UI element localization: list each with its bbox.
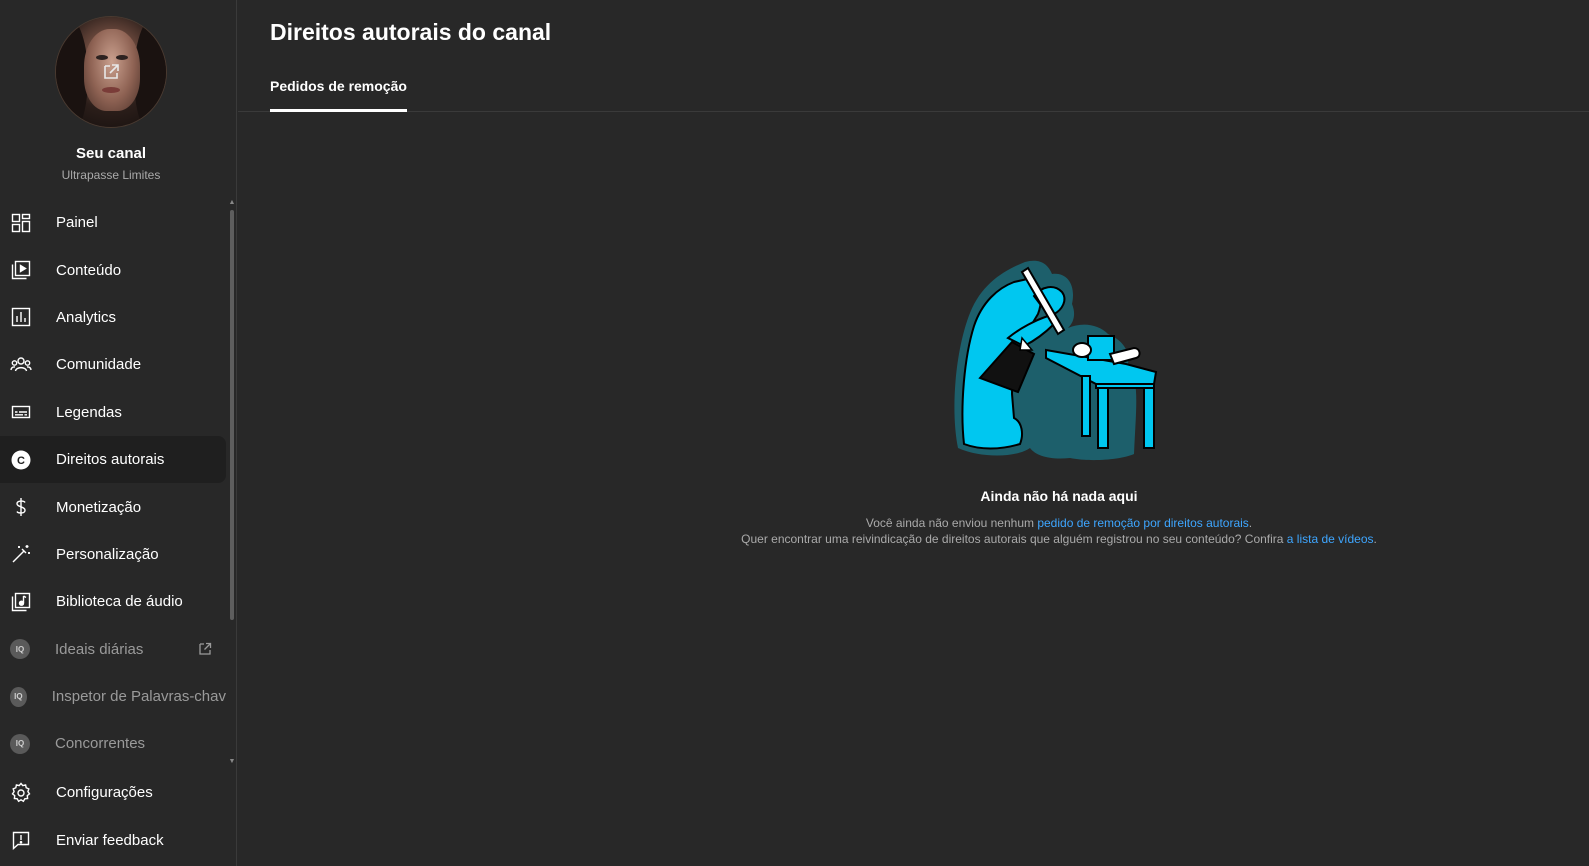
channel-name: Ultrapasse Limites <box>61 168 161 182</box>
sidebar-item-direitos-autorais[interactable]: C Direitos autorais <box>0 435 226 484</box>
analytics-icon <box>10 306 32 328</box>
svg-text:C: C <box>17 455 25 467</box>
sidebar-item-enviar-feedback[interactable]: Enviar feedback <box>0 816 226 863</box>
sidebar-item-painel[interactable]: Painel <box>0 199 226 246</box>
sidebar-item-concorrentes[interactable]: IQ Concorrentes <box>0 720 226 767</box>
sidebar-item-label: Inspetor de Palavras-chav <box>51 688 226 706</box>
sidebar-item-label: Biblioteca de áudio <box>56 593 183 611</box>
feedback-icon <box>10 829 32 851</box>
scroll-down-arrow-icon[interactable]: ▼ <box>228 758 236 765</box>
sidebar-scrollbar-thumb[interactable] <box>230 210 234 620</box>
sidebar-item-label: Enviar feedback <box>56 831 164 849</box>
gear-icon <box>10 782 32 804</box>
sidebar-item-label: Configurações <box>56 784 153 802</box>
extension-icon: IQ <box>10 639 30 660</box>
video-list-link[interactable]: a lista de vídeos <box>1287 532 1374 546</box>
sidebar-item-ideias-diarias[interactable]: IQ Ideais diárias <box>0 626 226 673</box>
sidebar-item-label: Personalização <box>56 545 159 563</box>
sidebar: Seu canal Ultrapasse Limites Painel Cont… <box>0 0 237 866</box>
sidebar-item-configuracoes[interactable]: Configurações <box>0 769 226 816</box>
sidebar-item-analytics[interactable]: Analytics <box>0 294 226 341</box>
sidebar-item-comunidade[interactable]: Comunidade <box>0 341 226 388</box>
sidebar-item-label: Concorrentes <box>55 735 146 753</box>
page-title: Direitos autorais do canal <box>270 19 552 45</box>
sidebar-item-label: Conteúdo <box>56 261 122 279</box>
audio-library-icon <box>10 591 32 613</box>
empty-state-message-1: Você ainda não enviou nenhum pedido de r… <box>238 516 1589 530</box>
copyright-icon: C <box>10 449 32 471</box>
empty-state-message-2: Quer encontrar uma reivindicação de dire… <box>238 532 1589 546</box>
channel-title: Seu canal <box>75 145 147 162</box>
tab-pedidos-de-remocao[interactable]: Pedidos de remoção <box>270 62 407 112</box>
empty-state-illustration <box>950 258 1168 463</box>
sidebar-item-personalizacao[interactable]: Personalização <box>0 531 226 578</box>
sidebar-item-label: Direitos autorais <box>56 451 165 469</box>
channel-avatar[interactable] <box>56 17 166 127</box>
empty-state-text: Quer encontrar uma reivindicação de dire… <box>741 532 1287 546</box>
sidebar-item-label: Painel <box>56 214 98 232</box>
extension-icon: IQ <box>10 686 27 707</box>
empty-state-text: . <box>1373 532 1377 546</box>
sidebar-item-biblioteca-audio[interactable]: Biblioteca de áudio <box>0 578 226 625</box>
sidebar-item-inspetor-palavras[interactable]: IQ Inspetor de Palavras-chav <box>0 673 226 720</box>
main-content: Direitos autorais do canal Pedidos de re… <box>238 0 1589 866</box>
sidebar-item-label: Monetização <box>56 498 142 516</box>
external-link-icon[interactable] <box>198 642 212 661</box>
external-link-icon[interactable] <box>102 63 120 81</box>
sidebar-item-legendas[interactable]: Legendas <box>0 389 226 436</box>
sidebar-item-label: Legendas <box>56 403 122 421</box>
empty-state-title: Ainda não há nada aqui <box>980 488 1138 504</box>
channel-profile: Seu canal Ultrapasse Limites <box>0 0 222 200</box>
content-icon <box>10 259 32 281</box>
sidebar-item-monetizacao[interactable]: Monetização <box>0 483 226 530</box>
sidebar-item-label: Ideais diárias <box>55 640 144 658</box>
dashboard-icon <box>10 212 32 234</box>
sidebar-nav: Painel Conteúdo Analytics Comunidade Leg… <box>0 199 226 769</box>
tab-bar: Pedidos de remoção <box>238 62 1589 112</box>
sidebar-item-label: Comunidade <box>56 356 142 374</box>
takedown-request-link[interactable]: pedido de remoção por direitos autorais <box>1037 516 1248 530</box>
community-icon <box>10 354 32 376</box>
subtitles-icon <box>10 401 32 423</box>
sidebar-item-label: Analytics <box>56 308 117 326</box>
empty-state-text: . <box>1248 516 1253 530</box>
scroll-up-arrow-icon[interactable]: ▲ <box>228 199 236 206</box>
empty-state-text: Você ainda não enviou nenhum <box>865 516 1038 530</box>
dollar-icon <box>10 496 32 518</box>
extension-icon: IQ <box>10 733 30 754</box>
studio-app: Seu canal Ultrapasse Limites Painel Cont… <box>0 0 1589 866</box>
magic-wand-icon <box>10 543 32 565</box>
sidebar-item-conteudo[interactable]: Conteúdo <box>0 246 226 293</box>
sidebar-bottom-nav: Configurações Enviar feedback <box>0 769 226 864</box>
